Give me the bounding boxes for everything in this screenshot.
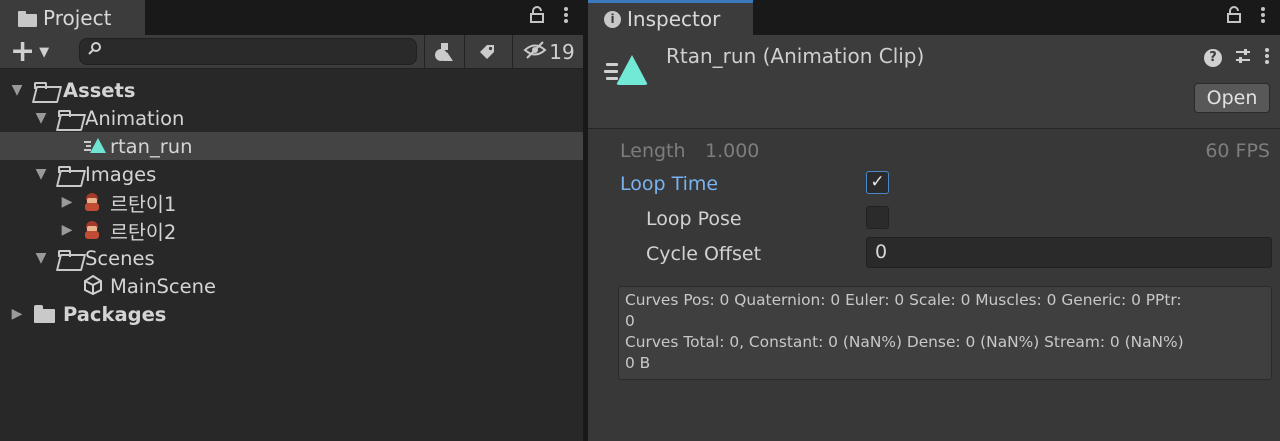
presets-icon[interactable] — [1234, 47, 1252, 69]
tree-item-scenes[interactable]: ▼ Scenes — [0, 244, 583, 272]
tree-item-images[interactable]: ▼ Images — [0, 160, 583, 188]
project-tab-buttons — [529, 4, 569, 30]
tab-inspector[interactable]: i Inspector — [588, 0, 753, 35]
info-icon: i — [604, 10, 621, 28]
open-folder-icon — [58, 166, 82, 183]
inspector-panel: i Inspector Rtan_run (Animation Clip) ? — [588, 0, 1280, 441]
folder-icon — [34, 305, 56, 323]
collapsed-arrow-icon[interactable]: ▶ — [60, 194, 74, 210]
project-tree: ▼ Assets ▼ Animation rtan_run ▼ Images ▶… — [0, 76, 583, 328]
animation-clip-icon — [84, 138, 106, 154]
search-icon — [88, 41, 102, 59]
help-icon[interactable]: ? — [1204, 49, 1222, 67]
inspector-tab-buttons — [1226, 4, 1266, 30]
loop-time-checkbox[interactable]: ✓ — [866, 171, 889, 194]
tab-inspector-label: Inspector — [627, 7, 721, 31]
tree-label: Scenes — [85, 246, 155, 270]
project-tabbar: Project — [0, 0, 583, 35]
tree-label: Packages — [63, 302, 167, 326]
cycle-offset-field[interactable]: 0 — [866, 237, 1272, 268]
collapsed-arrow-icon[interactable]: ▶ — [10, 306, 24, 322]
inspector-header: Rtan_run (Animation Clip) ? Open — [588, 35, 1280, 129]
eye-slash-icon — [523, 40, 547, 64]
tree-label: Images — [85, 162, 157, 186]
expanded-arrow-icon[interactable]: ▼ — [34, 110, 48, 126]
tree-item-image1[interactable]: ▶ 르탄이1 — [0, 188, 583, 216]
unity-scene-icon — [82, 274, 104, 301]
open-folder-icon — [58, 110, 82, 127]
lock-icon[interactable] — [529, 4, 545, 30]
info-line: Curves Total: 0, Constant: 0 (NaN%) Dens… — [625, 333, 1184, 351]
toolbar-separator — [424, 35, 425, 69]
loop-pose-checkbox[interactable] — [866, 206, 889, 229]
sprite-icon — [82, 220, 102, 240]
tree-item-mainscene[interactable]: MainScene — [0, 272, 583, 300]
length-label: Length — [620, 140, 686, 162]
cycle-offset-label: Cycle Offset — [646, 243, 762, 265]
toolbar-separator — [464, 35, 465, 69]
fps-label: 60 FPS — [1205, 140, 1270, 162]
expanded-arrow-icon[interactable]: ▼ — [34, 166, 48, 182]
info-line: 0 — [625, 312, 635, 330]
lock-icon[interactable] — [1226, 4, 1242, 30]
tree-label: Animation — [85, 106, 185, 130]
curves-info-box: Curves Pos: 0 Quaternion: 0 Euler: 0 Sca… — [618, 286, 1272, 380]
project-panel: Project + ▼ 19 ▼ Assets ▼ Animation rtan… — [0, 0, 583, 441]
create-button[interactable]: + ▼ — [10, 37, 60, 67]
tree-item-image2[interactable]: ▶ 르탄이2 — [0, 216, 583, 244]
tree-item-animation[interactable]: ▼ Animation — [0, 104, 583, 132]
tree-label: 르탄이1 — [110, 192, 177, 216]
clip-title: Rtan_run (Animation Clip) — [666, 44, 925, 68]
tag-icon[interactable] — [470, 37, 504, 67]
folder-icon — [18, 10, 37, 27]
kebab-icon[interactable] — [563, 4, 569, 30]
length-value: 1.000 — [705, 140, 760, 162]
tree-label: MainScene — [110, 274, 217, 298]
inspector-tabbar: i Inspector — [588, 0, 1280, 35]
expanded-arrow-icon[interactable]: ▼ — [10, 82, 24, 98]
open-folder-icon — [34, 82, 58, 99]
tree-label: 르탄이2 — [110, 220, 177, 244]
header-icons: ? — [1204, 47, 1270, 69]
loop-time-label: Loop Time — [620, 173, 719, 195]
tree-item-assets[interactable]: ▼ Assets — [0, 76, 583, 104]
tree-item-packages[interactable]: ▶ Packages — [0, 300, 583, 328]
open-button[interactable]: Open — [1194, 83, 1270, 113]
kebab-icon[interactable] — [1260, 4, 1266, 30]
kebab-icon[interactable] — [1264, 47, 1270, 69]
info-line: 0 B — [625, 354, 651, 372]
loop-pose-label: Loop Pose — [646, 208, 742, 230]
project-toolbar: + ▼ 19 — [0, 35, 583, 69]
tree-label: rtan_run — [110, 134, 193, 158]
sprite-icon — [82, 192, 102, 212]
search-by-type-icon[interactable] — [428, 37, 460, 67]
search-input[interactable] — [79, 38, 417, 65]
info-line: Curves Pos: 0 Quaternion: 0 Euler: 0 Sca… — [625, 291, 1182, 309]
hidden-count: 19 — [549, 40, 575, 64]
tree-item-rtan-run[interactable]: rtan_run — [0, 132, 583, 160]
tab-project-label: Project — [43, 5, 112, 30]
collapsed-arrow-icon[interactable]: ▶ — [60, 222, 74, 238]
hidden-packages-toggle[interactable]: 19 — [520, 37, 578, 67]
open-folder-icon — [58, 250, 82, 267]
chevron-down-icon: ▼ — [39, 44, 50, 60]
tree-label: Assets — [63, 78, 136, 102]
toolbar-separator — [512, 35, 513, 69]
tab-project[interactable]: Project — [0, 0, 145, 35]
plus-icon: + — [10, 34, 36, 69]
expanded-arrow-icon[interactable]: ▼ — [34, 250, 48, 266]
animation-clip-icon — [604, 55, 648, 89]
